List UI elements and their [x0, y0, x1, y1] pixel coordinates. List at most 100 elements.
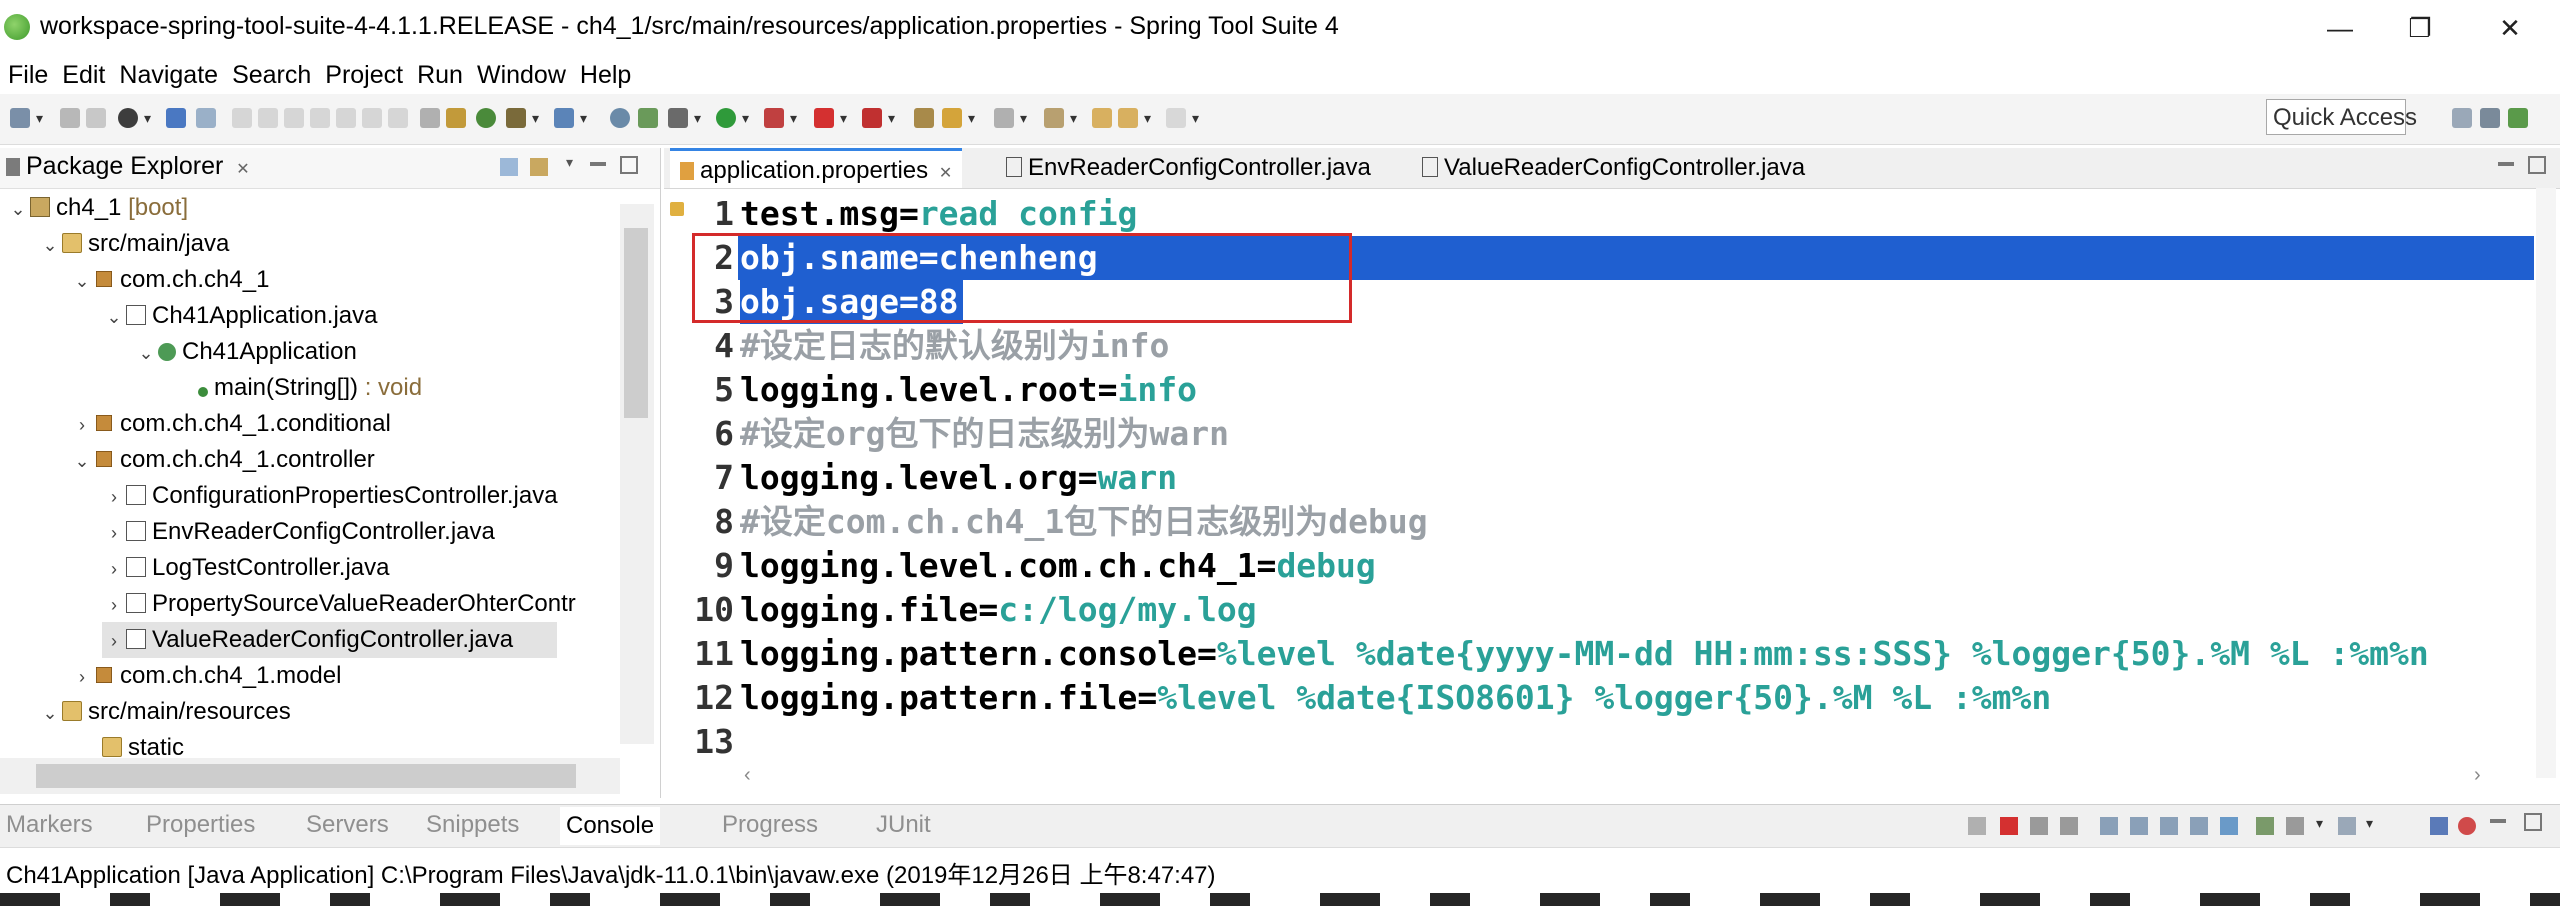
chevron-down-icon[interactable]: ▾ — [1070, 110, 1077, 127]
tree-item-folder[interactable]: static — [102, 730, 184, 758]
close-button[interactable]: ✕ — [2480, 6, 2540, 50]
tree-item-src-main-java[interactable]: ⌄ src/main/java — [38, 226, 229, 262]
open-perspective-icon[interactable] — [2452, 108, 2472, 128]
menu-search[interactable]: Search — [224, 61, 317, 90]
chevron-right-icon[interactable]: › — [102, 623, 126, 659]
annotation-icon[interactable] — [994, 108, 1014, 128]
terminal-icon[interactable] — [166, 108, 186, 128]
tab-snippets[interactable]: Snippets — [426, 811, 519, 839]
tab-env-reader-config-controller[interactable]: EnvReaderConfigController.java — [996, 148, 1381, 188]
open-task-icon[interactable] — [420, 108, 440, 128]
step-over-icon[interactable] — [362, 108, 382, 128]
tree-item-package[interactable]: › com.ch.ch4_1.model — [70, 658, 341, 694]
chevron-down-icon[interactable]: ▾ — [694, 110, 701, 127]
spring-icon[interactable] — [476, 108, 496, 128]
clear-console-icon[interactable] — [2100, 817, 2118, 835]
show-on-output-icon[interactable] — [2190, 817, 2208, 835]
chevron-down-icon[interactable]: ▾ — [1144, 110, 1151, 127]
minimize-view-icon[interactable] — [2490, 819, 2506, 823]
tree-item-package[interactable]: ⌄ com.ch.ch4_1 — [70, 262, 269, 298]
tree-item-java-file[interactable]: › PropertySourceValueReaderOhterContr — [102, 586, 620, 622]
back-icon[interactable] — [1092, 108, 1112, 128]
chevron-right-icon[interactable]: › — [102, 587, 126, 622]
scrollbar-thumb[interactable] — [36, 764, 576, 788]
minimize-button[interactable]: — — [2310, 6, 2370, 50]
save-all-icon[interactable] — [86, 108, 106, 128]
display-console-icon[interactable] — [2286, 817, 2304, 835]
menu-window[interactable]: Window — [469, 61, 572, 90]
terminate-icon[interactable] — [284, 108, 304, 128]
pin-console-icon[interactable] — [1968, 817, 1986, 835]
tab-junit[interactable]: JUnit — [876, 811, 931, 839]
step-into-icon[interactable] — [336, 108, 356, 128]
code-line[interactable]: 7 logging.level.org=warn — [664, 456, 2560, 500]
tree-item-package[interactable]: ⌄ com.ch.ch4_1.controller — [70, 442, 374, 478]
menu-project[interactable]: Project — [317, 61, 409, 90]
tree-item-method[interactable]: main(String[]) : void — [198, 370, 422, 406]
code-line[interactable]: 11 logging.pattern.console=%level %date{… — [664, 632, 2560, 676]
chevron-down-icon[interactable]: ▾ — [968, 110, 975, 127]
code-line[interactable]: 5 logging.level.root=info — [664, 368, 2560, 412]
code-line[interactable]: 13 — [664, 720, 2560, 764]
stop-icon[interactable] — [814, 108, 834, 128]
chevron-down-icon[interactable]: ▾ — [742, 110, 749, 127]
word-wrap-icon[interactable] — [2160, 817, 2178, 835]
remove-all-icon[interactable] — [2060, 817, 2078, 835]
new-spring-project-icon[interactable] — [638, 108, 658, 128]
tree-item-src-main-resources[interactable]: ⌄ src/main/resources — [38, 694, 290, 730]
debug-icon[interactable] — [668, 108, 688, 128]
restore-button[interactable]: ❐ — [2390, 6, 2450, 50]
tab-package-explorer[interactable]: Package Explorer ✕ — [6, 152, 250, 181]
forward-icon[interactable] — [1166, 108, 1186, 128]
resume-icon[interactable] — [232, 108, 252, 128]
remove-launch-icon[interactable] — [2030, 817, 2048, 835]
menu-file[interactable]: File — [0, 61, 54, 90]
chevron-down-icon[interactable]: ▾ — [840, 110, 847, 127]
chevron-down-icon[interactable]: ▾ — [2316, 815, 2323, 832]
next-annotation-icon[interactable] — [1044, 108, 1064, 128]
quick-access-input[interactable]: Quick Access — [2266, 99, 2417, 135]
minimize-view-icon[interactable] — [590, 162, 606, 166]
scroll-lock-icon[interactable] — [2130, 817, 2148, 835]
tree-item-class[interactable]: ⌄ Ch41Application — [134, 334, 356, 371]
code-line[interactable]: 6 #设定org包下的日志级别为warn — [664, 412, 2560, 456]
chevron-right-icon[interactable]: › — [70, 659, 94, 695]
maximize-view-icon[interactable] — [620, 156, 638, 174]
relaunch-icon[interactable] — [862, 108, 882, 128]
show-on-error-icon[interactable] — [2220, 817, 2238, 835]
chevron-right-icon[interactable]: › — [70, 407, 94, 443]
maximize-view-icon[interactable] — [2528, 156, 2546, 174]
tree-item-java-file[interactable]: › ConfigurationPropertiesController.java — [102, 478, 558, 514]
tree-item-java-file[interactable]: › LogTestController.java — [102, 550, 389, 586]
view-menu-icon[interactable]: ▾ — [566, 154, 573, 171]
chevron-down-icon[interactable]: ▾ — [790, 110, 797, 127]
chevron-right-icon[interactable]: › — [102, 551, 126, 587]
minimize-view-icon[interactable] — [2498, 162, 2514, 166]
close-icon[interactable]: ✕ — [236, 161, 249, 178]
tab-application-properties[interactable]: application.properties ✕ — [670, 148, 963, 188]
run-external-tool-icon[interactable] — [764, 108, 784, 128]
menu-navigate[interactable]: Navigate — [111, 61, 224, 90]
pin-icon[interactable] — [2256, 817, 2274, 835]
code-line[interactable]: 4 #设定日志的默认级别为info — [664, 324, 2560, 368]
open-resource-icon[interactable] — [554, 108, 574, 128]
code-line[interactable]: 12 logging.pattern.file=%level %date{ISO… — [664, 676, 2560, 720]
chevron-down-icon[interactable]: ▾ — [580, 110, 587, 127]
menu-run[interactable]: Run — [409, 61, 469, 90]
new-console-icon[interactable] — [2338, 817, 2356, 835]
globe-icon[interactable] — [610, 108, 630, 128]
tab-progress[interactable]: Progress — [722, 811, 818, 839]
disconnect-icon[interactable] — [310, 108, 330, 128]
tab-servers[interactable]: Servers — [306, 811, 389, 839]
chevron-down-icon[interactable]: ⌄ — [134, 335, 158, 371]
open-console-icon[interactable] — [914, 108, 934, 128]
tree-item-java-file[interactable]: › EnvReaderConfigController.java — [102, 514, 495, 550]
code-line[interactable]: 10 logging.file=c:/log/my.log — [664, 588, 2560, 632]
code-line[interactable]: 9 logging.level.com.ch.ch4_1=debug — [664, 544, 2560, 588]
suspend-icon[interactable] — [258, 108, 278, 128]
tab-console[interactable]: Console — [560, 807, 661, 845]
scrollbar-thumb[interactable] — [624, 228, 648, 418]
chevron-down-icon[interactable]: ▾ — [2366, 815, 2373, 832]
chevron-down-icon[interactable]: ⌄ — [38, 227, 62, 263]
close-icon[interactable]: ✕ — [939, 165, 952, 182]
